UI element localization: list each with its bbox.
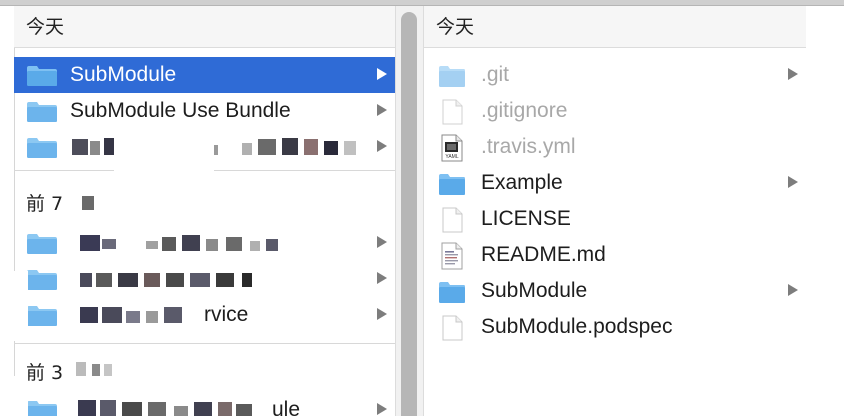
folder-icon [439,66,465,87]
chevron-right-icon [377,272,387,284]
item-label: ule [272,398,301,416]
sidebar-item-week-2[interactable] [14,261,395,297]
folder-icon [27,66,57,86]
file-item-example[interactable]: Example [424,165,806,201]
text-file-icon [441,242,463,270]
chevron-right-icon [788,68,798,80]
item-label: LICENSE [481,207,571,230]
chevron-right-icon [788,176,798,188]
section-header-today: 今天 [14,6,395,48]
item-label: SubModule [70,63,177,86]
redaction-patch [14,271,28,341]
redacted-mark [92,364,100,376]
redacted-label [66,261,366,297]
redacted-mark [104,364,112,376]
sidebar-item-submodule-use-bundle[interactable]: SubModule Use Bundle [14,93,395,129]
file-item-travis[interactable]: YAML .travis.yml [424,129,806,165]
sidebar-item-submodule[interactable]: SubModule [14,57,395,93]
right-column[interactable]: 今天 .git .gitignore YAML .travis.yml Exam… [424,6,807,416]
yaml-badge: YAML [445,154,458,160]
item-label: SubModule [481,279,588,302]
chevron-right-icon [377,104,387,116]
item-label: SubModule Use Bundle [70,99,291,122]
item-label: .travis.yml [481,135,576,158]
section-header-month: 前 3 [26,362,64,384]
document-icon [442,315,463,341]
folder-icon [27,102,57,122]
chevron-right-icon [377,140,387,152]
document-icon [442,207,463,233]
chevron-right-icon [377,403,387,415]
section-header-today: 今天 [424,6,806,48]
folder-icon [439,174,465,195]
redacted-label [66,392,286,416]
folder-icon [27,270,57,290]
item-label: Example [481,171,563,194]
chevron-right-icon [788,284,798,296]
item-label: README.md [481,243,606,266]
empty-column-area[interactable] [806,6,844,416]
redaction-patch [114,136,214,196]
file-item-submodule[interactable]: SubModule [424,273,806,309]
folder-icon [27,234,57,254]
section-header-week: 前 7 [26,193,64,215]
file-item-gitignore[interactable]: .gitignore [424,93,806,129]
section-divider [14,343,395,344]
file-item-podspec[interactable]: SubModule.podspec [424,309,806,345]
sidebar-item-month-1[interactable]: ule [14,392,395,416]
file-item-git[interactable]: .git [424,57,806,93]
left-column[interactable]: 今天 SubModule SubModule Use Bundle 前 7 rv… [14,6,395,416]
file-item-license[interactable]: LICENSE [424,201,806,237]
chevron-right-icon [377,68,387,80]
folder-icon [439,282,465,303]
redacted-mark [82,196,94,210]
item-label: .git [481,63,510,86]
folder-icon [27,306,57,326]
finder-column-view: 今天 SubModule SubModule Use Bundle 前 7 rv… [0,0,844,416]
document-icon [442,99,463,125]
chevron-right-icon [377,236,387,248]
item-label: .gitignore [481,99,568,122]
folder-icon [27,138,57,158]
redacted-label [66,297,206,333]
folder-icon [27,401,57,416]
chevron-right-icon [377,308,387,320]
redacted-mark [76,362,86,376]
vertical-scrollbar-thumb[interactable] [401,12,417,416]
redacted-label [66,225,366,261]
sidebar-item-week-1[interactable] [14,225,395,261]
item-label: rvice [204,303,249,326]
item-label: SubModule.podspec [481,315,673,338]
yaml-file-icon: YAML [441,134,463,162]
sidebar-item-week-3[interactable]: rvice [14,297,395,333]
redaction-patch [14,376,28,416]
file-item-readme[interactable]: README.md [424,237,806,273]
